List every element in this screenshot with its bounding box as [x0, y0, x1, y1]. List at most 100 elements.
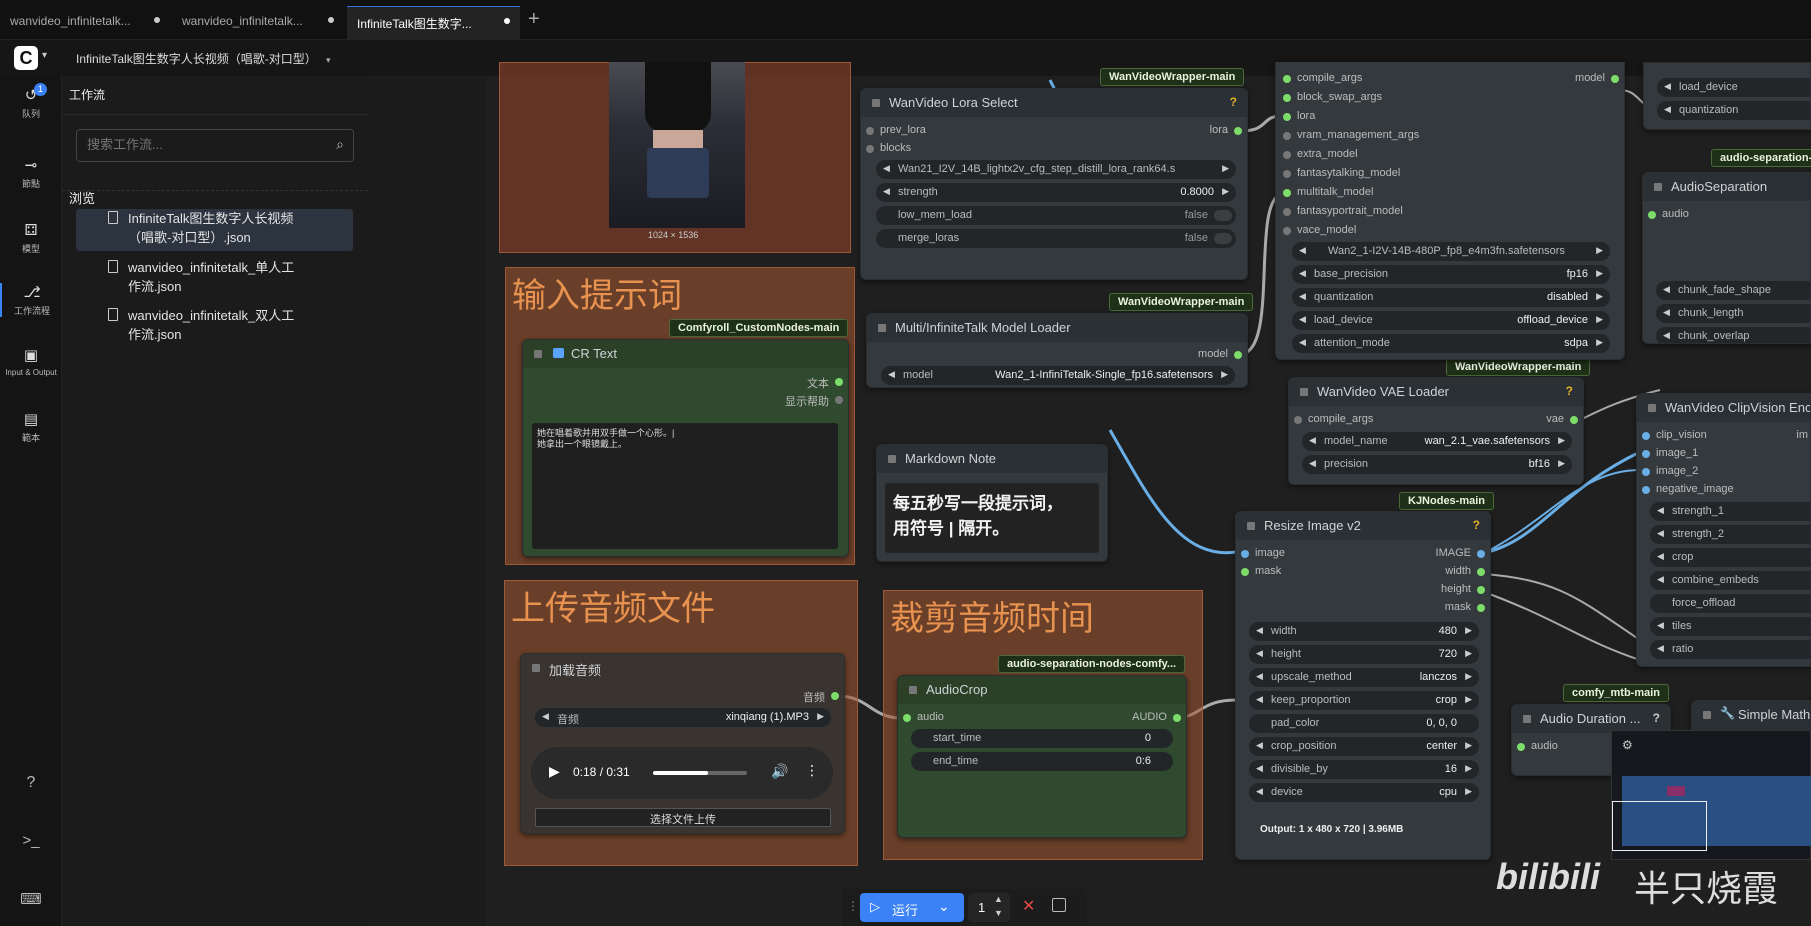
quantization-combo[interactable]: ◀ quantization: [1657, 101, 1810, 120]
rail-item-models[interactable]: ⚃ 模型: [0, 221, 62, 255]
force-offload-toggle[interactable]: force_offload: [1650, 594, 1810, 613]
chevron-down-icon[interactable]: ⌄: [938, 898, 950, 915]
input-slot[interactable]: image_1: [1642, 447, 1698, 459]
node-lora-select[interactable]: WanVideo Lora Select ? prev_lora blocks …: [860, 88, 1248, 280]
volume-icon[interactable]: 🔊: [771, 763, 788, 780]
output-slot[interactable]: mask: [1445, 601, 1485, 613]
vae-precision-combo[interactable]: ◀ precision bf16 ▶: [1302, 455, 1572, 474]
tab-workflow-2[interactable]: wanvideo_infinitetalk...: [172, 6, 344, 40]
crop-position-combo[interactable]: ◀ crop_position center ▶: [1249, 737, 1479, 756]
ratio-number[interactable]: ◀ ratio: [1650, 640, 1810, 659]
rail-item-io[interactable]: ▣ Input & Output: [0, 346, 62, 377]
output-slot[interactable]: AUDIO: [1132, 711, 1181, 723]
load-device-combo[interactable]: ◀ load_device offload_device ▶: [1292, 311, 1610, 330]
pad-color-field[interactable]: pad_color 0, 0, 0: [1249, 714, 1479, 733]
input-slot[interactable]: block_swap_args: [1283, 91, 1382, 103]
stop-icon[interactable]: [1052, 898, 1066, 912]
device-combo[interactable]: ◀ device cpu ▶: [1249, 783, 1479, 802]
node-partial-top-right[interactable]: ◀ load_device ◀ quantization: [1643, 62, 1811, 130]
strength-1-number[interactable]: ◀ strength_1: [1650, 502, 1810, 521]
output-slot[interactable]: vae: [1546, 413, 1578, 425]
run-button[interactable]: ▷ 运行 ⌄: [860, 893, 964, 922]
strength-2-number[interactable]: ◀ strength_2: [1650, 525, 1810, 544]
input-slot[interactable]: clip_vision: [1642, 429, 1707, 441]
output-slot[interactable]: im: [1796, 429, 1808, 441]
input-slot[interactable]: extra_model: [1283, 148, 1358, 160]
rail-item-queue[interactable]: ↺ 1 队列: [0, 83, 62, 120]
keep-proportion-combo[interactable]: ◀ keep_proportion crop ▶: [1249, 691, 1479, 710]
base-precision-combo[interactable]: ◀ base_precision fp16 ▶: [1292, 265, 1610, 284]
tab-workflow-3[interactable]: InfiniteTalk图生数字...: [347, 6, 520, 40]
input-slot[interactable]: prev_lora: [866, 124, 926, 136]
search-icon[interactable]: ⌕: [336, 136, 344, 153]
terminal-icon[interactable]: >_: [0, 832, 62, 849]
node-audio-separation[interactable]: AudioSeparation audio ◀ chunk_fade_shape …: [1642, 172, 1811, 344]
output-slot[interactable]: 音频: [803, 689, 839, 705]
low-mem-toggle[interactable]: low_mem_load false: [876, 206, 1236, 225]
input-slot[interactable]: compile_args: [1283, 72, 1362, 84]
input-slot[interactable]: fantasytalking_model: [1283, 167, 1400, 179]
audio-player[interactable]: ▶ 0:18 / 0:31 🔊 ⋮: [531, 747, 833, 799]
node-markdown-note[interactable]: Markdown Note 每五秒写一段提示词， 用符号 | 隔开。: [876, 444, 1108, 562]
output-slot[interactable]: model: [1575, 72, 1619, 84]
help-icon[interactable]: ?: [1566, 384, 1573, 398]
output-slot[interactable]: 显示帮助: [785, 393, 843, 409]
node-wanvideo-model-loader[interactable]: compile_args block_swap_args lora vram_m…: [1275, 62, 1625, 360]
keyboard-icon[interactable]: ⌨: [0, 890, 62, 908]
input-slot[interactable]: vram_management_args: [1283, 129, 1419, 141]
upscale-method-combo[interactable]: ◀ upscale_method lanczos ▶: [1249, 668, 1479, 687]
model-file-combo[interactable]: ◀ Wan2_1-I2V-14B-480P_fp8_e4m3fn.safetens…: [1292, 242, 1610, 261]
workflow-title[interactable]: InfiniteTalk图生数字人长视频（唱歌-对口型） ▾: [76, 50, 331, 67]
node-audio-crop[interactable]: AudioCrop audio AUDIO start_time 0 end_ti…: [897, 675, 1187, 838]
workflow-file-item[interactable]: wanvideo_infinitetalk_双人工 作流.json: [76, 306, 353, 346]
input-slot[interactable]: compile_args: [1294, 413, 1373, 425]
cancel-icon[interactable]: ✕: [1022, 896, 1035, 916]
output-slot[interactable]: lora: [1210, 124, 1242, 136]
tab-workflow-1[interactable]: wanvideo_infinitetalk...: [0, 6, 170, 40]
search-input[interactable]: [87, 137, 317, 152]
minimap-viewport[interactable]: [1612, 801, 1707, 851]
chunk-fade-shape-combo[interactable]: ◀ chunk_fade_shape: [1656, 281, 1810, 300]
vae-model-combo[interactable]: ◀ model_name wan_2.1_vae.safetensors ▶: [1302, 432, 1572, 451]
audio-file-combo[interactable]: ◀ 音频 xinqiang (1).MP3 ▶: [535, 708, 831, 727]
workflow-file-item[interactable]: InfiniteTalk图生数字人长视频 （唱歌-对口型）.json: [76, 209, 353, 251]
input-slot[interactable]: audio: [1517, 740, 1558, 752]
start-time-field[interactable]: start_time 0: [911, 729, 1173, 748]
chunk-length-number[interactable]: ◀ chunk_length: [1656, 304, 1810, 323]
output-slot[interactable]: width: [1445, 565, 1485, 577]
help-icon[interactable]: ?: [1230, 95, 1237, 109]
node-cr-text[interactable]: CR Text 文本 显示帮助 她在唱着歌并用双手做一个心形。| 她拿出一个眼镜…: [522, 339, 849, 557]
tiles-number[interactable]: ◀ tiles: [1650, 617, 1810, 636]
attention-mode-combo[interactable]: ◀ attention_mode sdpa ▶: [1292, 334, 1610, 353]
node-simple-math[interactable]: 🔧 Simple Math: [1691, 700, 1811, 730]
input-slot[interactable]: blocks: [866, 142, 911, 154]
output-slot[interactable]: height: [1441, 583, 1485, 595]
chevron-up-icon[interactable]: ▲: [994, 894, 1003, 904]
batch-count-stepper[interactable]: 1 ▲ ▼: [968, 893, 1010, 922]
input-slot[interactable]: fantasyportrait_model: [1283, 205, 1403, 217]
crop-combo[interactable]: ◀ crop: [1650, 548, 1810, 567]
help-icon[interactable]: ?: [1473, 518, 1480, 532]
rail-item-templates[interactable]: ▤ 範本: [0, 410, 62, 444]
chevron-down-icon[interactable]: ▼: [994, 908, 1003, 918]
input-slot[interactable]: image_2: [1642, 465, 1698, 477]
output-slot[interactable]: IMAGE: [1436, 547, 1485, 559]
merge-loras-toggle[interactable]: merge_loras false: [876, 229, 1236, 248]
search-box[interactable]: ⌕: [76, 129, 354, 162]
input-slot[interactable]: mask: [1241, 565, 1281, 577]
model-combo[interactable]: ◀ model Wan2_1-InfiniTetalk-Single_fp16.sa…: [881, 366, 1235, 385]
input-slot[interactable]: audio: [903, 711, 944, 723]
node-clipvision-encode[interactable]: WanVideo ClipVision Enc clip_vision imag…: [1636, 393, 1811, 667]
new-tab-plus-icon[interactable]: +: [528, 8, 540, 31]
end-time-field[interactable]: end_time 0:6: [911, 752, 1173, 771]
workflow-file-item[interactable]: wanvideo_infinitetalk_单人工 作流.json: [76, 258, 353, 298]
input-slot[interactable]: negative_image: [1642, 483, 1734, 495]
more-options-icon[interactable]: ⋮: [805, 762, 819, 779]
prompt-textarea[interactable]: 她在唱着歌并用双手做一个心形。| 她拿出一个眼镜戴上。: [532, 423, 838, 549]
height-number[interactable]: ◀ height 720 ▶: [1249, 645, 1479, 664]
chevron-down-icon[interactable]: ▾: [42, 50, 47, 61]
input-slot[interactable]: lora: [1283, 110, 1315, 122]
divisible-by-number[interactable]: ◀ divisible_by 16 ▶: [1249, 760, 1479, 779]
rail-item-nodes[interactable]: ⊸ 節點: [0, 156, 62, 190]
help-icon[interactable]: ?: [0, 774, 62, 792]
